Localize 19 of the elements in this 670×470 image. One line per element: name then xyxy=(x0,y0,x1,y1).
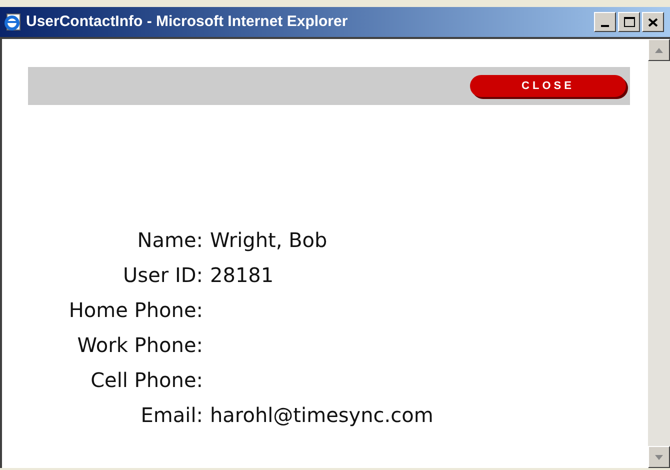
scroll-down-button[interactable] xyxy=(648,446,670,468)
field-value: harohl@timesync.com xyxy=(210,402,434,429)
field-value: Wright, Bob xyxy=(210,227,328,254)
scroll-up-button[interactable] xyxy=(648,39,670,61)
minimize-button[interactable] xyxy=(594,12,616,32)
field-label: User ID: xyxy=(122,262,203,289)
browser-icon xyxy=(4,13,22,31)
close-icon[interactable] xyxy=(642,12,664,32)
field-label: Home Phone: xyxy=(68,297,203,324)
field-label: Email: xyxy=(140,402,203,429)
field-label: Cell Phone: xyxy=(90,367,203,394)
maximize-button[interactable] xyxy=(618,12,640,32)
field-label: Name: xyxy=(136,227,203,254)
up-arrow-icon xyxy=(655,48,663,52)
field-label: Work Phone: xyxy=(76,332,203,359)
field-value: 28181 xyxy=(210,262,275,289)
down-arrow-icon xyxy=(655,454,663,460)
close-button[interactable]: CLOSE xyxy=(470,75,626,97)
window-title: UserContactInfo - Microsoft Internet Explorer xyxy=(26,12,348,32)
